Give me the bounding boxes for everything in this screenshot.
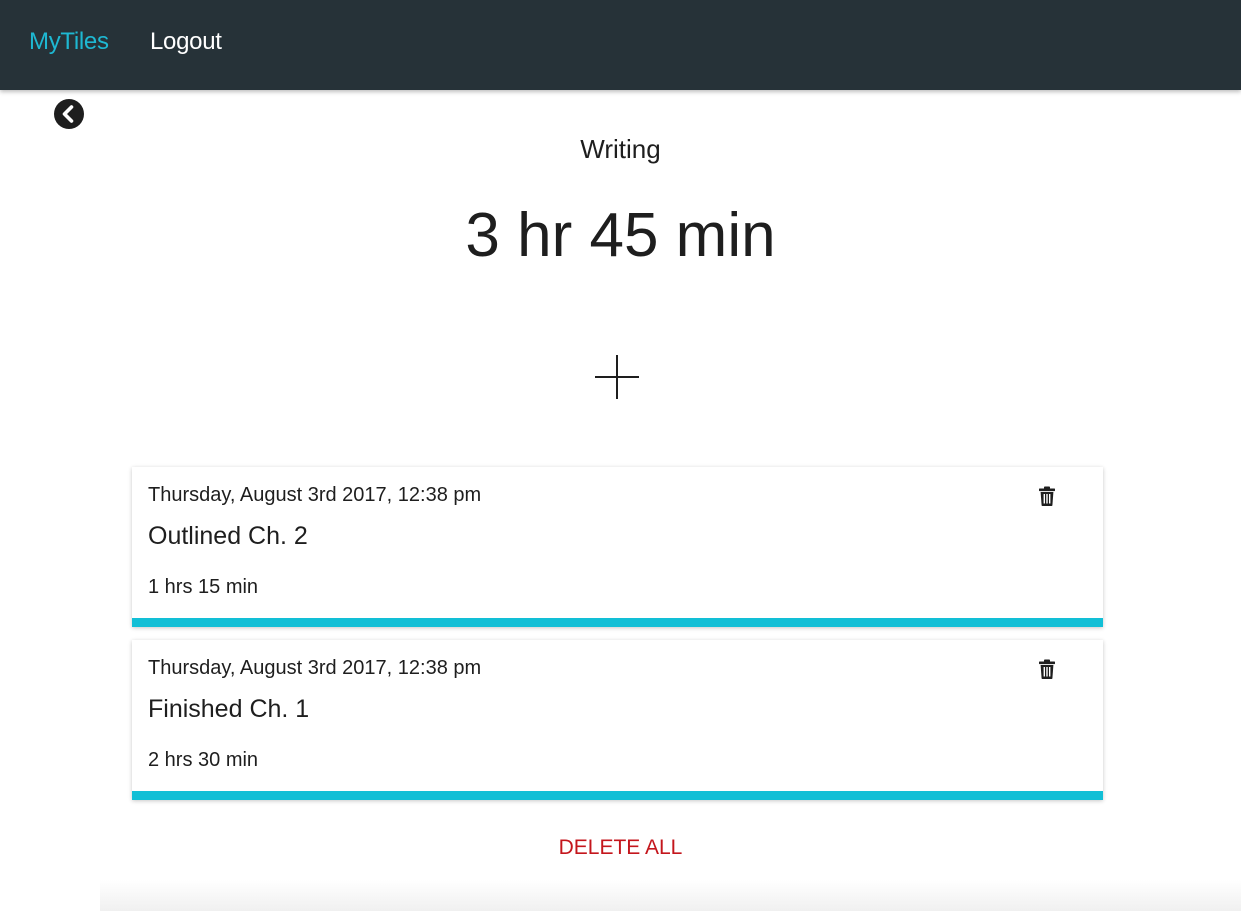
- entry-duration: 1 hrs 15 min: [148, 576, 259, 598]
- entry-date: Thursday, August 3rd 2017, 12:38 pm: [148, 484, 482, 506]
- chevron-left-circle-icon: [54, 99, 84, 129]
- delete-entry-button[interactable]: [1038, 659, 1056, 679]
- plus-icon: [595, 355, 639, 399]
- entry-name: Outlined Ch. 2: [148, 522, 308, 550]
- delete-all-button[interactable]: DELETE ALL: [0, 836, 1241, 860]
- entry-name: Finished Ch. 1: [148, 695, 310, 723]
- brand-link[interactable]: MyTiles: [29, 28, 109, 56]
- entry-accent-bar: [132, 618, 1103, 627]
- entry-duration: 2 hrs 30 min: [148, 749, 259, 771]
- entry-card: Thursday, August 3rd 2017, 12:38 pm Outl…: [132, 467, 1103, 627]
- trash-icon: [1039, 659, 1055, 679]
- add-entry-button[interactable]: [594, 354, 640, 400]
- back-button[interactable]: [54, 99, 84, 129]
- bottom-shadow: [100, 880, 1241, 911]
- trash-icon: [1039, 486, 1055, 506]
- entry-date: Thursday, August 3rd 2017, 12:38 pm: [148, 657, 482, 679]
- top-navbar: MyTiles Logout: [0, 0, 1241, 90]
- delete-entry-button[interactable]: [1038, 486, 1056, 506]
- entry-card: Thursday, August 3rd 2017, 12:38 pm Fini…: [132, 640, 1103, 800]
- tile-total-time: 3 hr 45 min: [465, 201, 776, 270]
- entry-accent-bar: [132, 791, 1103, 800]
- logout-link[interactable]: Logout: [150, 28, 222, 56]
- tile-title: Writing: [580, 134, 661, 164]
